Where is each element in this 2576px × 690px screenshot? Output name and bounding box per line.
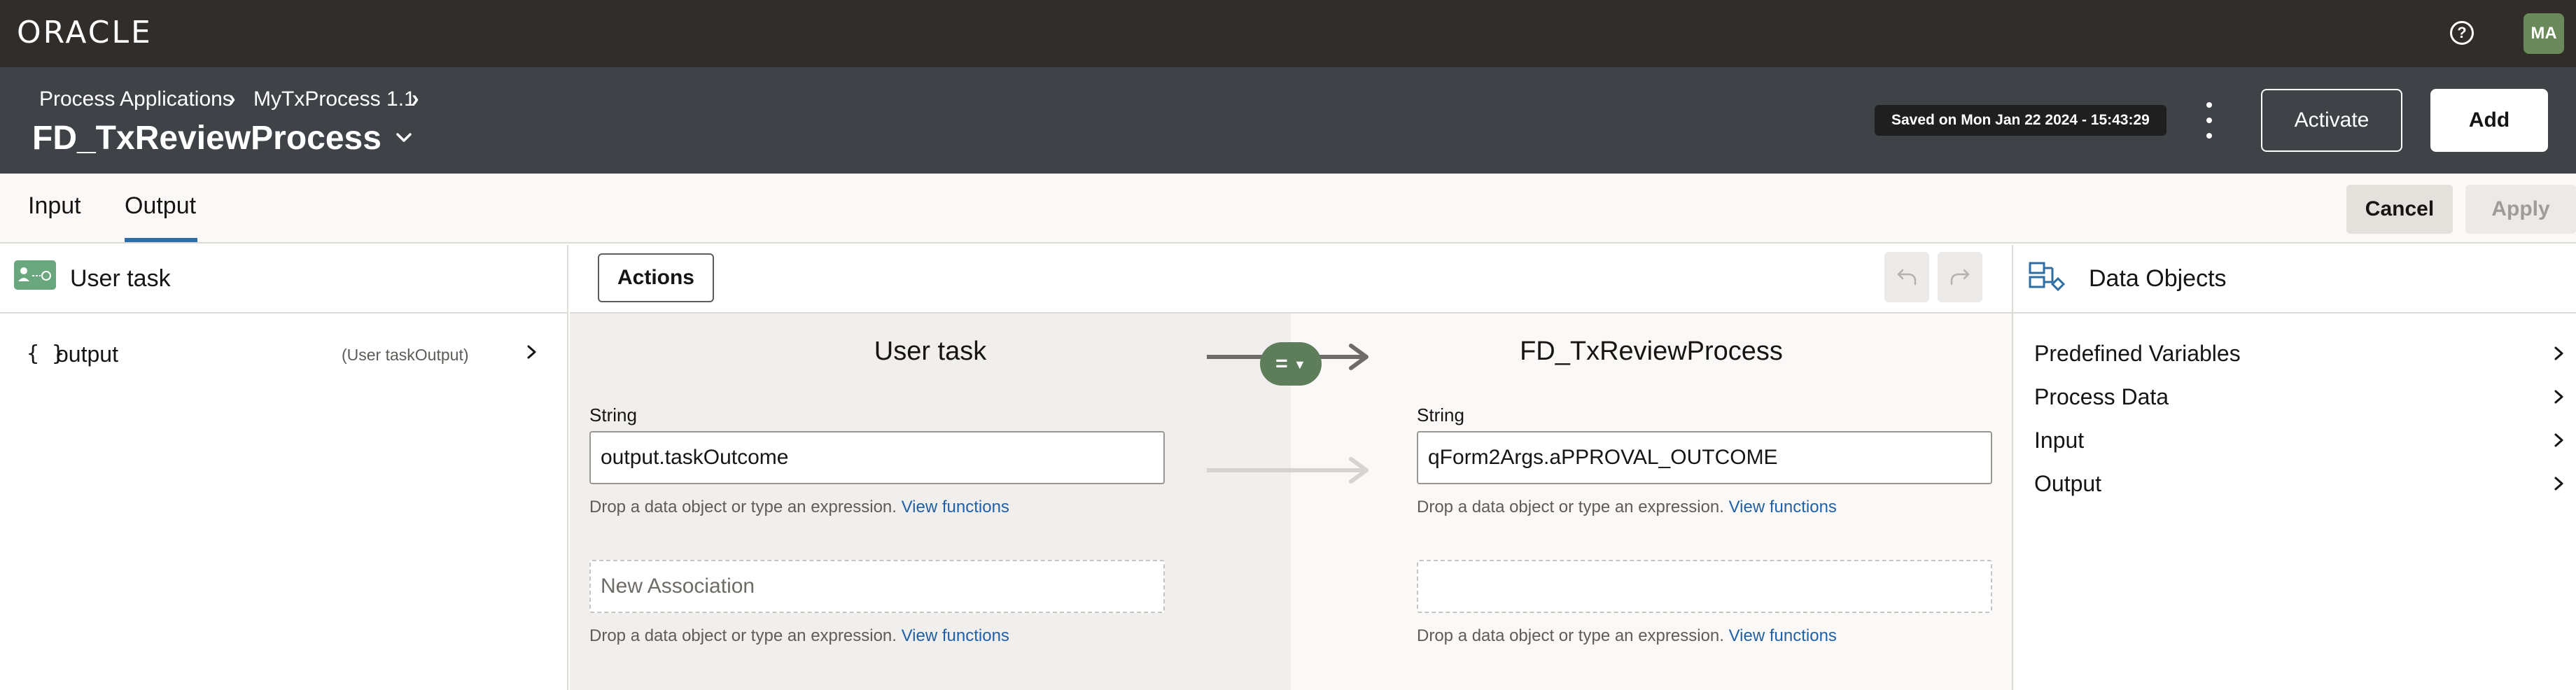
new-association-field[interactable]: New Association [589, 560, 1165, 613]
data-group-label: Input [2034, 428, 2085, 453]
page-title: FD_TxReviewProcess [32, 120, 382, 157]
chevron-down-icon[interactable] [395, 129, 413, 147]
view-functions-link[interactable]: View functions [1729, 626, 1837, 645]
operator-symbol: = [1275, 352, 1288, 375]
source-type-label: String [589, 404, 637, 425]
chevron-right-icon [2554, 346, 2563, 360]
breadcrumb-mytxprocess[interactable]: MyTxProcess 1.1 [253, 87, 416, 112]
target-type-label: String [1417, 404, 1464, 425]
source-panel-title: User task [70, 265, 171, 292]
cancel-button[interactable]: Cancel [2346, 185, 2453, 234]
tree-item-name: output [56, 342, 118, 367]
source-hint: Drop a data object or type an expression… [589, 497, 1009, 518]
breadcrumb-separator-icon: › [228, 85, 236, 111]
top-bar: ORACLE ? MA [0, 0, 2576, 67]
user-avatar[interactable]: MA [2524, 13, 2564, 54]
hint-text: Drop a data object or type an expression… [589, 498, 897, 516]
saved-status-badge: Saved on Mon Jan 22 2024 - 15:43:29 [1875, 105, 2166, 136]
tabs-bar: Input Output Cancel Apply [0, 174, 2576, 244]
hint-text: Drop a data object or type an expression… [589, 626, 897, 645]
hint-text: Drop a data object or type an expression… [1417, 626, 1724, 645]
breadcrumb-separator-icon: › [412, 85, 419, 111]
actions-button[interactable]: Actions [598, 253, 714, 302]
user-task-icon [14, 260, 56, 290]
data-group-output[interactable]: Output [2034, 466, 2566, 501]
mapping-canvas: Actions User task String output.taskOutc… [570, 245, 2012, 690]
data-group-label: Process Data [2034, 384, 2169, 409]
data-objects-title: Data Objects [2089, 265, 2227, 292]
source-expression-field[interactable]: output.taskOutcome [589, 431, 1165, 484]
chevron-right-icon [2554, 390, 2563, 404]
tab-input[interactable]: Input [28, 192, 81, 220]
help-icon[interactable]: ? [2450, 21, 2474, 45]
data-group-label: Output [2034, 471, 2102, 496]
target-column-title: FD_TxReviewProcess [1520, 337, 1783, 366]
view-functions-link[interactable]: View functions [902, 626, 1009, 645]
source-panel: User task { } output (User taskOutput) [0, 245, 568, 690]
more-options-icon[interactable] [2198, 99, 2220, 141]
target-hint-2: Drop a data object or type an expression… [1417, 626, 1837, 647]
new-target-field[interactable] [1417, 560, 1992, 613]
divider [0, 312, 568, 314]
target-expression-field[interactable]: qForm2Args.aPPROVAL_OUTCOME [1417, 431, 1992, 484]
target-hint: Drop a data object or type an expression… [1417, 497, 1837, 518]
activate-button[interactable]: Activate [2261, 89, 2402, 152]
chevron-right-icon [2554, 433, 2563, 447]
source-column: User task String output.taskOutcome Drop… [570, 314, 1291, 690]
view-functions-link[interactable]: View functions [902, 498, 1009, 516]
data-objects-icon [2029, 262, 2066, 292]
apply-button[interactable]: Apply [2465, 185, 2576, 234]
caret-down-icon: ▼ [1294, 358, 1306, 372]
chevron-right-icon[interactable] [524, 344, 539, 360]
empty-mapping-arrow [1207, 457, 1368, 484]
oracle-logo: ORACLE [17, 15, 153, 50]
source-column-title: User task [874, 337, 987, 366]
undo-button[interactable] [1884, 252, 1929, 302]
tab-selected-indicator [125, 238, 197, 242]
mapping-toolbar: Actions [570, 245, 2012, 314]
chevron-right-icon [2554, 477, 2563, 491]
view-functions-link[interactable]: View functions [1729, 498, 1837, 516]
redo-icon [1950, 269, 1970, 286]
breadcrumb-process-applications[interactable]: Process Applications [39, 87, 233, 112]
data-group-input[interactable]: Input [2034, 423, 2566, 458]
data-group-process-data[interactable]: Process Data [2034, 379, 2566, 414]
add-button[interactable]: Add [2430, 89, 2548, 152]
process-header: Process Applications › MyTxProcess 1.1 ›… [0, 67, 2576, 174]
divider [2013, 312, 2576, 314]
redo-button[interactable] [1938, 252, 1982, 302]
data-group-label: Predefined Variables [2034, 341, 2241, 366]
tab-output[interactable]: Output [125, 192, 196, 220]
target-column: FD_TxReviewProcess String qForm2Args.aPP… [1291, 314, 2012, 690]
source-hint-2: Drop a data object or type an expression… [589, 626, 1009, 647]
tree-item-type: (User taskOutput) [342, 346, 469, 364]
undo-icon [1897, 269, 1917, 286]
hint-text: Drop a data object or type an expression… [1417, 498, 1724, 516]
data-group-predefined-variables[interactable]: Predefined Variables [2034, 336, 2566, 371]
mapping-operator-badge[interactable]: = ▼ [1260, 342, 1322, 386]
data-objects-panel: Data Objects Predefined Variables Proces… [2012, 245, 2576, 690]
